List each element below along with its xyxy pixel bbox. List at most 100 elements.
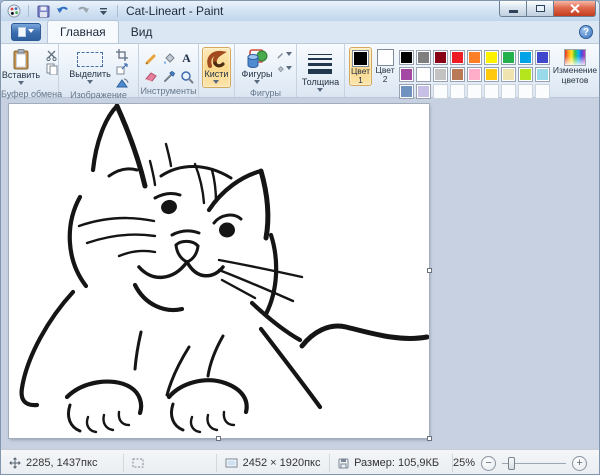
close-icon: [569, 3, 580, 14]
save-button[interactable]: [35, 4, 51, 19]
palette-swatch[interactable]: [518, 50, 533, 65]
pencil-tool-button[interactable]: [142, 50, 159, 67]
line-thickness-icon: [308, 49, 332, 74]
cursor-position-value: 2285, 1437пкс: [26, 457, 97, 469]
cut-button[interactable]: [44, 49, 59, 61]
rotate-icon: [116, 77, 129, 89]
cursor-position-section: 2285, 1437пкс: [1, 450, 123, 475]
palette-swatch[interactable]: [535, 50, 550, 65]
close-button[interactable]: [554, 1, 596, 17]
text-tool-button[interactable]: A: [178, 50, 195, 67]
title-bar: Cat-Lineart - Paint: [1, 1, 599, 21]
palette-swatch-empty[interactable]: [518, 84, 533, 99]
chevron-down-icon: [213, 80, 219, 87]
eraser-tool-button[interactable]: [142, 68, 159, 85]
customize-toolbar-dropdown-icon[interactable]: [95, 4, 111, 19]
shapes-button[interactable]: Фигуры: [239, 47, 274, 87]
image-size-icon: [225, 458, 238, 469]
chevron-down-icon: [317, 88, 323, 95]
color2-swatch: [377, 49, 394, 66]
shape-outline-button[interactable]: [277, 49, 292, 61]
drawing-canvas[interactable]: [9, 104, 429, 438]
select-button[interactable]: Выделить: [67, 47, 113, 87]
palette-swatch-empty[interactable]: [501, 84, 516, 99]
color1-button[interactable]: Цвет 1: [349, 47, 372, 86]
chevron-down-icon: [18, 81, 24, 88]
palette-swatch[interactable]: [416, 67, 431, 82]
tab-home[interactable]: Главная: [47, 20, 119, 43]
selection-rectangle-icon: [77, 52, 103, 67]
color2-button[interactable]: Цвет 2: [374, 47, 396, 84]
paste-button[interactable]: Вставить: [0, 47, 42, 88]
zoom-out-button[interactable]: −: [481, 456, 496, 471]
palette-swatch[interactable]: [416, 84, 431, 99]
minimize-button[interactable]: [499, 1, 527, 17]
resize-button[interactable]: [115, 63, 130, 75]
paste-label: Вставить: [2, 70, 40, 80]
palette-swatch[interactable]: [501, 67, 516, 82]
palette-swatch[interactable]: [484, 67, 499, 82]
group-colors: Цвет 1 Цвет 2 Изменение цветов Цвета: [345, 44, 597, 97]
zoom-in-button[interactable]: +: [572, 456, 587, 471]
crosshair-icon: [9, 457, 21, 469]
group-label: [199, 89, 234, 97]
palette-swatch[interactable]: [501, 50, 516, 65]
palette-swatch[interactable]: [535, 67, 550, 82]
divider: [117, 5, 118, 17]
palette-swatch-empty[interactable]: [467, 84, 482, 99]
chevron-down-icon: [286, 66, 292, 73]
edit-colors-button[interactable]: Изменение цветов: [555, 47, 595, 85]
palette-swatch[interactable]: [399, 50, 414, 65]
image-size-section: 2452 × 1920пкс: [217, 450, 330, 475]
color-picker-tool-button[interactable]: [160, 68, 177, 85]
zoom-slider-thumb[interactable]: [508, 457, 515, 470]
rotate-button[interactable]: [115, 77, 130, 89]
palette-swatch[interactable]: [484, 50, 499, 65]
shape-fill-button[interactable]: [277, 63, 292, 75]
palette-swatch[interactable]: [518, 67, 533, 82]
group-shapes: Фигуры Фигуры: [235, 44, 297, 97]
fill-tool-button[interactable]: [160, 50, 177, 67]
brushes-button[interactable]: Кисти: [202, 47, 232, 88]
maximize-button[interactable]: [527, 1, 554, 17]
status-bar: 2285, 1437пкс 2452 × 1920пкс Размер: 105…: [1, 449, 599, 475]
tab-view[interactable]: Вид: [119, 21, 165, 43]
palette-swatch[interactable]: [399, 84, 414, 99]
thickness-button[interactable]: Толщина: [300, 47, 341, 95]
palette-swatch[interactable]: [450, 50, 465, 65]
selection-size-section: [124, 450, 216, 475]
shapes-label: Фигуры: [241, 69, 272, 79]
crop-button[interactable]: [115, 49, 130, 61]
copy-button[interactable]: [44, 63, 59, 75]
chevron-down-icon: [87, 80, 93, 87]
palette-swatch[interactable]: [433, 67, 448, 82]
palette-swatch[interactable]: [450, 67, 465, 82]
color1-swatch: [352, 50, 369, 67]
palette-swatch-empty[interactable]: [450, 84, 465, 99]
palette-swatch[interactable]: [467, 67, 482, 82]
image-size-value: 2452 × 1920пкс: [243, 457, 321, 469]
group-tools: A Инструменты: [139, 44, 199, 97]
palette-swatch-empty[interactable]: [535, 84, 550, 99]
chevron-down-icon: [254, 80, 260, 87]
zoom-slider[interactable]: [502, 456, 566, 471]
undo-button[interactable]: [55, 4, 71, 19]
canvas-resize-handle-bottom[interactable]: [216, 436, 221, 441]
redo-button[interactable]: [75, 4, 91, 19]
palette-swatch[interactable]: [416, 50, 431, 65]
palette-swatch-empty[interactable]: [484, 84, 499, 99]
palette-swatch[interactable]: [433, 50, 448, 65]
help-button[interactable]: ?: [579, 25, 593, 39]
canvas-resize-handle-right[interactable]: [427, 268, 432, 273]
app-icon[interactable]: [6, 4, 22, 19]
brushes-label: Кисти: [205, 69, 229, 79]
palette-swatch-empty[interactable]: [433, 84, 448, 99]
copy-icon: [46, 63, 58, 75]
group-label: Фигуры: [235, 88, 296, 99]
magnifier-tool-button[interactable]: [178, 68, 195, 85]
paint-window: Cat-Lineart - Paint Главная Вид ? Встави…: [0, 0, 600, 475]
palette-swatch[interactable]: [467, 50, 482, 65]
canvas-resize-handle-corner[interactable]: [427, 436, 432, 441]
file-menu-button[interactable]: [11, 23, 41, 41]
palette-swatch[interactable]: [399, 67, 414, 82]
